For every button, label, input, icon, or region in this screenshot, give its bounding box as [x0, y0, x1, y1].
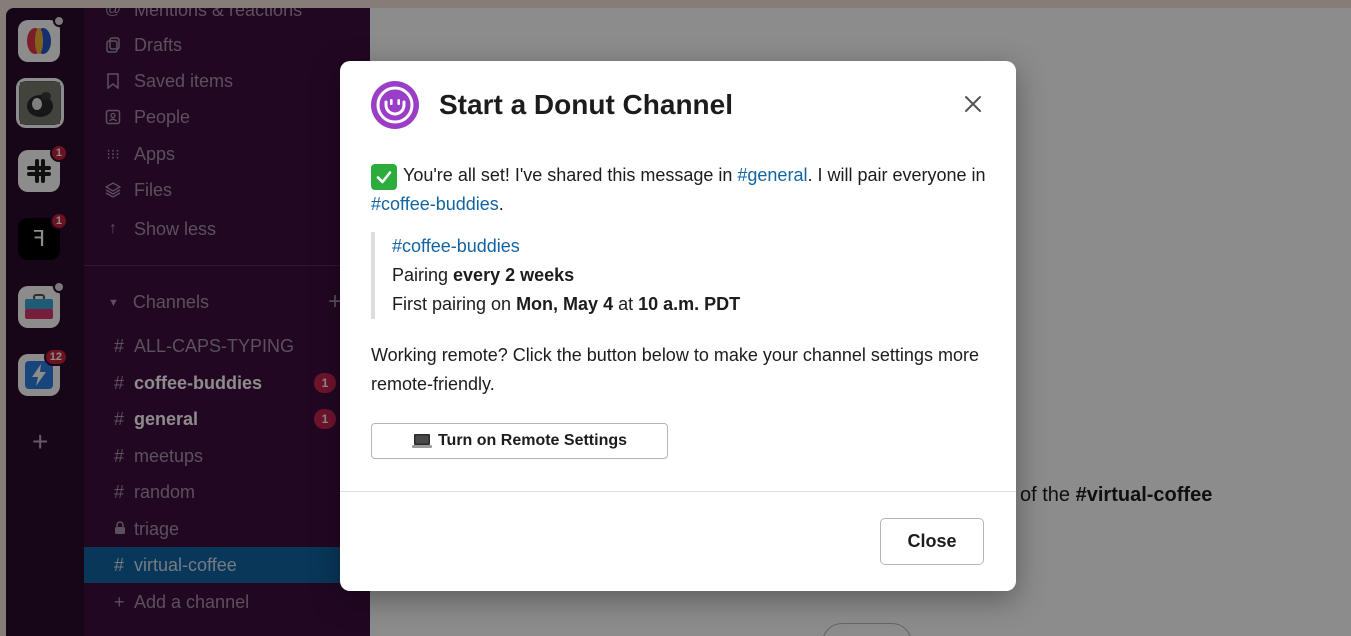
- coffee-buddies-channel-link[interactable]: #coffee-buddies: [371, 194, 499, 214]
- message-text: . I will pair everyone in: [807, 165, 986, 185]
- message-text: .: [498, 194, 504, 214]
- general-channel-link[interactable]: #general: [737, 165, 807, 185]
- modal-footer-divider: [340, 491, 1016, 492]
- laptop-icon: [411, 433, 432, 449]
- first-date: Mon, May 4: [516, 294, 614, 314]
- turn-on-remote-settings-button[interactable]: Turn on Remote Settings: [371, 423, 668, 459]
- donut-modal: Start a Donut Channel You're all set! I'…: [340, 61, 1016, 591]
- donut-logo-icon: [371, 81, 419, 129]
- close-icon[interactable]: [960, 91, 986, 117]
- message-text: You're all set! I've shared this message…: [403, 165, 738, 185]
- pairing-prefix: Pairing: [392, 265, 454, 285]
- remote-message: Working remote? Click the button below t…: [371, 345, 979, 394]
- pairing-value: every 2 weeks: [453, 265, 575, 285]
- channel-summary-quote: #coffee-buddies Pairing every 2 weeks Fi…: [371, 232, 740, 319]
- first-mid: at: [613, 294, 639, 314]
- modal-title: Start a Donut Channel: [439, 89, 734, 120]
- confirmation-message: You're all set! I've shared this message…: [371, 161, 991, 219]
- close-button[interactable]: Close: [880, 518, 984, 565]
- first-time: 10 a.m. PDT: [638, 294, 741, 314]
- first-prefix: First pairing on: [392, 294, 517, 314]
- checkmark-icon: [371, 164, 397, 190]
- pairing-frequency: Pairing every 2 weeks: [392, 261, 740, 290]
- modal-header: Start a Donut Channel: [371, 81, 733, 129]
- quote-channel-link[interactable]: #coffee-buddies: [392, 232, 740, 261]
- remote-button-label: Turn on Remote Settings: [437, 432, 628, 449]
- first-pairing: First pairing on Mon, May 4 at 10 a.m. P…: [392, 290, 740, 319]
